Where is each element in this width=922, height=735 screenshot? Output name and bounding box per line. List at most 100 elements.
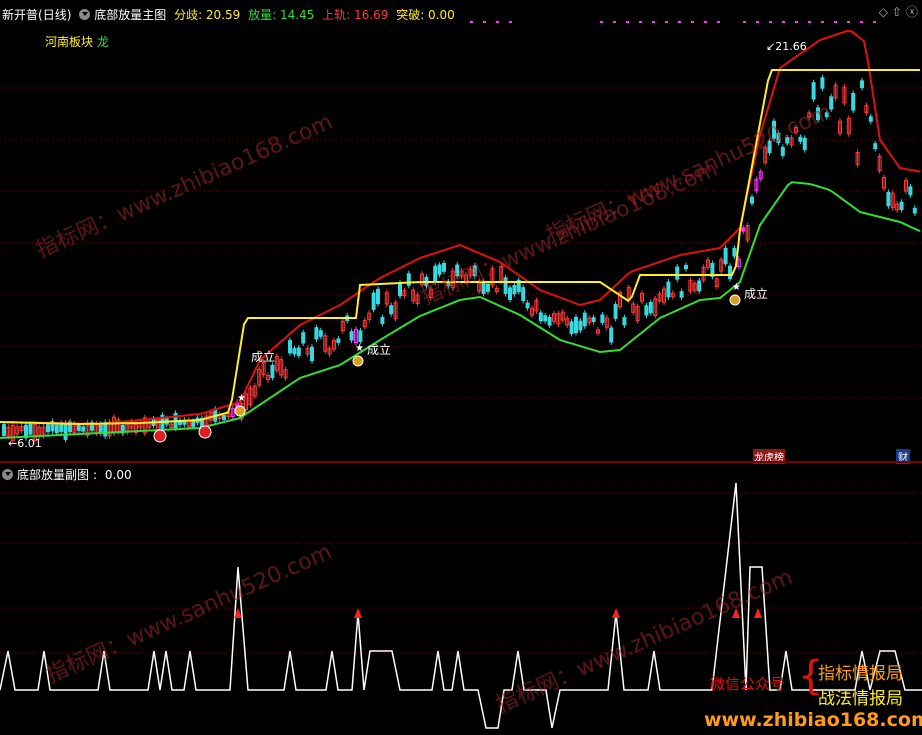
- candle-body: [521, 287, 526, 302]
- candle-body: [547, 316, 552, 326]
- candle-body: [508, 287, 512, 301]
- stock-name[interactable]: 新开普: [2, 8, 38, 22]
- moneybag-icon: [352, 355, 364, 367]
- signal-dot: [613, 21, 616, 23]
- indicator-menu-icon[interactable]: [79, 9, 91, 20]
- red-arrow-icon: [354, 608, 362, 618]
- sub-header: 底部放量副图: 0.00: [2, 466, 136, 483]
- candle-body: [398, 282, 402, 297]
- candle-body: [98, 423, 103, 434]
- candle-body: [613, 304, 618, 319]
- star-icon: ★: [355, 343, 364, 354]
- candle-body: [380, 316, 385, 324]
- candle-body: [609, 327, 614, 343]
- signal-dot: [769, 21, 772, 23]
- signal-dot: [678, 21, 681, 23]
- candle-body: [868, 116, 873, 122]
- candle-body: [600, 314, 605, 323]
- signal-dot: [808, 21, 811, 23]
- candle-body: [222, 415, 226, 421]
- candle-body: [723, 247, 728, 265]
- period-label[interactable]: (日线): [38, 8, 71, 22]
- candle-body: [2, 424, 6, 436]
- candle-body: [860, 80, 864, 89]
- arrow-icon: ↙: [766, 40, 776, 53]
- main-indicator-name[interactable]: 底部放量主图: [94, 8, 166, 22]
- signal-dot: [626, 21, 629, 23]
- sub-chart-panel[interactable]: 底部放量副图: 0.00 微信公众号 { 指标情报局 战法情报局 www.zhi…: [0, 463, 922, 735]
- candle-body: [886, 191, 891, 207]
- sub-indicator-menu-icon[interactable]: [2, 469, 13, 480]
- candle-body: [389, 305, 394, 315]
- signal-dot: [756, 21, 759, 23]
- candle-body: [574, 316, 578, 334]
- moneybag-icon: [729, 294, 741, 306]
- candle-body: [358, 330, 363, 342]
- signal-dot: [782, 21, 785, 23]
- diamond-icon[interactable]: ◇: [879, 5, 888, 19]
- fangliang-value: 放量: 14.45: [248, 8, 315, 22]
- candle-body: [270, 364, 275, 379]
- candle-body: [103, 422, 108, 437]
- candle-body: [582, 312, 587, 327]
- moneybag-icon: [234, 405, 246, 417]
- candle-body: [591, 317, 596, 323]
- wechat-label: 微信公众号: [710, 675, 786, 693]
- candle-body: [371, 292, 376, 310]
- sector-label[interactable]: 河南板块 龙: [45, 33, 109, 50]
- signal-dot: [483, 21, 486, 23]
- fenqi-value: 分歧: 20.59: [174, 8, 241, 22]
- candle-body: [28, 423, 33, 435]
- candle-body: [292, 348, 297, 355]
- signal-dot: [652, 21, 655, 23]
- main-chart-canvas[interactable]: ★ ★ ★: [0, 0, 922, 462]
- candle-body: [644, 305, 649, 316]
- candle-body: [684, 264, 688, 270]
- low-price-value: 6.01: [17, 437, 42, 450]
- signal-dot: [496, 21, 499, 23]
- main-chart-panel[interactable]: ★ ★ ★ 新开普(日线) 底部放量主图 分歧: 20.59 放量: 14.45 上…: [0, 0, 922, 464]
- signal-dot: [743, 21, 746, 23]
- up-arrow-icon[interactable]: ⇧: [892, 5, 902, 19]
- candle-body: [349, 331, 354, 341]
- signal-label-2: 成立: [367, 343, 392, 357]
- ball-icon: [198, 425, 212, 439]
- window-controls: ◇ ⇧ ⓧ: [875, 3, 918, 20]
- signal-dot: [691, 21, 694, 23]
- upper-rail-line: [0, 29, 921, 426]
- candle-body: [899, 201, 904, 211]
- signal-dot: [821, 21, 824, 23]
- brand-url: www.zhibiao168.com: [704, 709, 922, 731]
- candle-body: [908, 186, 913, 196]
- candle-body: [54, 424, 59, 434]
- low-price-label: ←6.01: [8, 437, 42, 450]
- candle-body: [802, 137, 807, 151]
- candle-body: [486, 283, 490, 292]
- arrow-icon: ←: [8, 437, 18, 450]
- candle-body: [829, 96, 834, 110]
- star-icon: ★: [732, 282, 741, 293]
- signal-dot: [509, 21, 512, 23]
- signal-dot: [873, 21, 876, 23]
- candle-body: [76, 425, 81, 431]
- candle-body: [873, 143, 878, 150]
- sub-indicator-name[interactable]: 底部放量副图: [17, 468, 89, 482]
- signal-dot: [717, 21, 720, 23]
- sub-chart-canvas[interactable]: [0, 463, 922, 735]
- candle-body: [666, 281, 671, 298]
- candle-body: [63, 422, 68, 440]
- candle-body: [697, 280, 702, 292]
- signal-dot: [600, 21, 603, 23]
- signal-dot: [665, 21, 668, 23]
- main-header: 新开普(日线) 底部放量主图 分歧: 20.59 放量: 14.45 上轨: 1…: [2, 6, 459, 23]
- sector-suffix: 龙: [96, 35, 109, 49]
- sub-indicator-value: 0.00: [104, 468, 132, 482]
- red-arrow-icon: [612, 608, 620, 618]
- candle-body: [675, 266, 680, 280]
- ball-icon: [153, 429, 167, 443]
- close-icon[interactable]: ⓧ: [906, 5, 918, 19]
- candle-body: [59, 423, 64, 432]
- candle-body: [750, 196, 754, 204]
- shangui-value: 上轨: 16.69: [322, 8, 389, 22]
- candle-body: [543, 315, 548, 322]
